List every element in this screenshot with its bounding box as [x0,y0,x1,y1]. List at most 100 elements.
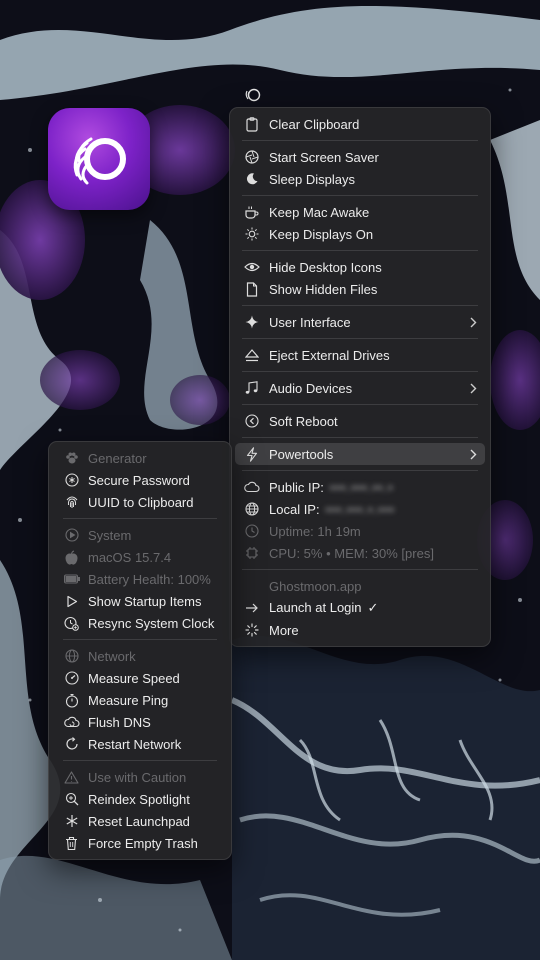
clipboard-icon [243,116,260,133]
menu-item-uptime: Uptime: 1h 19m [230,520,490,542]
separator [242,250,478,251]
asterisk-circle-icon [63,472,80,489]
globe-icon [243,501,260,518]
cpu-icon [243,545,260,562]
play-icon [63,593,80,610]
menu-item-macos-version: macOS 15.7.4 [49,546,231,568]
cloud-icon [243,479,260,496]
menu-item-label: Eject External Drives [269,347,390,363]
trash-icon [63,835,80,852]
menu-item-label: Show Hidden Files [269,281,378,297]
coffee-cup-icon [243,204,260,221]
menu-item-label: Audio Devices [269,380,353,396]
clock-icon [243,523,260,540]
section-header-use-with-caution: Use with Caution [49,766,231,788]
magnifier-plus-icon [63,791,80,808]
menu-item-more[interactable]: More [230,619,490,641]
menu-item-show-hidden-files[interactable]: Show Hidden Files [230,278,490,300]
main-menu: Clear Clipboard Start Screen Saver Sleep… [229,107,491,647]
menu-item-cpu-mem: CPU: 5% • MEM: 30% [pres] [230,542,490,564]
public-ip-label: Public IP: [269,479,324,495]
uptime-text: Uptime: 1h 19m [269,523,361,539]
separator [63,518,217,519]
moon-icon [243,171,260,188]
menu-item-reset-launchpad[interactable]: Reset Launchpad [49,810,231,832]
clock-sync-icon [63,615,80,632]
menu-item-show-startup-items[interactable]: Show Startup Items [49,590,231,612]
battery-icon [63,571,80,588]
powertools-submenu: Generator Secure Password UUID to Clipbo… [48,441,232,860]
cloud-refresh-icon [63,714,80,731]
separator [63,760,217,761]
menu-item-eject-external-drives[interactable]: Eject External Drives [230,344,490,366]
apple-icon [63,549,80,566]
menu-item-restart-network[interactable]: Restart Network [49,733,231,755]
fingerprint-icon [63,494,80,511]
section-header-label: Generator [88,450,147,466]
menu-item-secure-password[interactable]: Secure Password [49,469,231,491]
speedometer-icon [63,670,80,687]
menu-item-reindex-spotlight[interactable]: Reindex Spotlight [49,788,231,810]
menu-item-user-interface[interactable]: User Interface [230,311,490,333]
menu-item-flush-dns[interactable]: Flush DNS [49,711,231,733]
menu-item-label: UUID to Clipboard [88,494,194,510]
menu-item-label: Restart Network [88,736,182,752]
ghost-moon-icon[interactable] [243,86,263,104]
local-ip-value: •••.•••.•.••• [325,501,395,517]
menu-item-label: Force Empty Trash [88,835,198,851]
separator [242,404,478,405]
menu-item-label: Measure Speed [88,670,180,686]
menu-item-sleep-displays[interactable]: Sleep Displays [230,168,490,190]
menu-item-label: More [269,622,299,638]
menu-item-label: Start Screen Saver [269,149,379,165]
blank-icon [243,578,260,595]
menu-item-measure-ping[interactable]: Measure Ping [49,689,231,711]
eject-icon [243,347,260,364]
menu-item-label: Hide Desktop Icons [269,259,382,275]
separator [63,639,217,640]
public-ip-value: •••.•••.••.• [329,479,394,495]
menu-item-label: Resync System Clock [88,615,215,631]
chevron-right-icon [468,449,478,460]
menu-item-resync-system-clock[interactable]: Resync System Clock [49,612,231,634]
menu-item-audio-devices[interactable]: Audio Devices [230,377,490,399]
menu-item-label: Keep Displays On [269,226,374,242]
section-header-generator: Generator [49,447,231,469]
sparkle-icon [243,314,260,331]
menu-item-uuid-to-clipboard[interactable]: UUID to Clipboard [49,491,231,513]
menu-item-local-ip[interactable]: Local IP: •••.•••.•.••• [230,498,490,520]
macos-version-text: macOS 15.7.4 [88,549,172,565]
menu-item-measure-speed[interactable]: Measure Speed [49,667,231,689]
menu-item-label: Flush DNS [88,714,151,730]
menu-item-force-empty-trash[interactable]: Force Empty Trash [49,832,231,854]
menu-item-clear-clipboard[interactable]: Clear Clipboard [230,113,490,135]
menu-item-keep-mac-awake[interactable]: Keep Mac Awake [230,201,490,223]
separator [242,569,478,570]
menu-item-label: Secure Password [88,472,190,488]
separator [242,371,478,372]
refresh-icon [63,736,80,753]
arrow-right-icon [243,600,260,617]
bolt-icon [243,446,260,463]
section-header-label: System [88,527,132,543]
menu-item-label: Reindex Spotlight [88,791,190,807]
app-icon[interactable] [48,108,150,210]
app-site-text: Ghostmoon.app [269,578,362,594]
spinner-icon [243,622,260,639]
menu-item-soft-reboot[interactable]: Soft Reboot [230,410,490,432]
menu-item-launch-at-login[interactable]: Launch at Login ✓ [230,597,490,619]
menu-item-label: User Interface [269,314,351,330]
menu-item-keep-displays-on[interactable]: Keep Displays On [230,223,490,245]
eye-icon [243,259,260,276]
menu-item-battery-health: Battery Health: 100% [49,568,231,590]
menu-item-public-ip[interactable]: Public IP: •••.•••.••.• [230,476,490,498]
chevron-right-icon [468,317,478,328]
asterisk-icon [63,813,80,830]
section-header-system: System [49,524,231,546]
menu-item-hide-desktop-icons[interactable]: Hide Desktop Icons [230,256,490,278]
chevron-right-icon [468,383,478,394]
menu-item-label: Reset Launchpad [88,813,190,829]
menu-item-powertools[interactable]: Powertools [235,443,485,465]
menu-item-start-screen-saver[interactable]: Start Screen Saver [230,146,490,168]
menu-item-label: Keep Mac Awake [269,204,370,220]
